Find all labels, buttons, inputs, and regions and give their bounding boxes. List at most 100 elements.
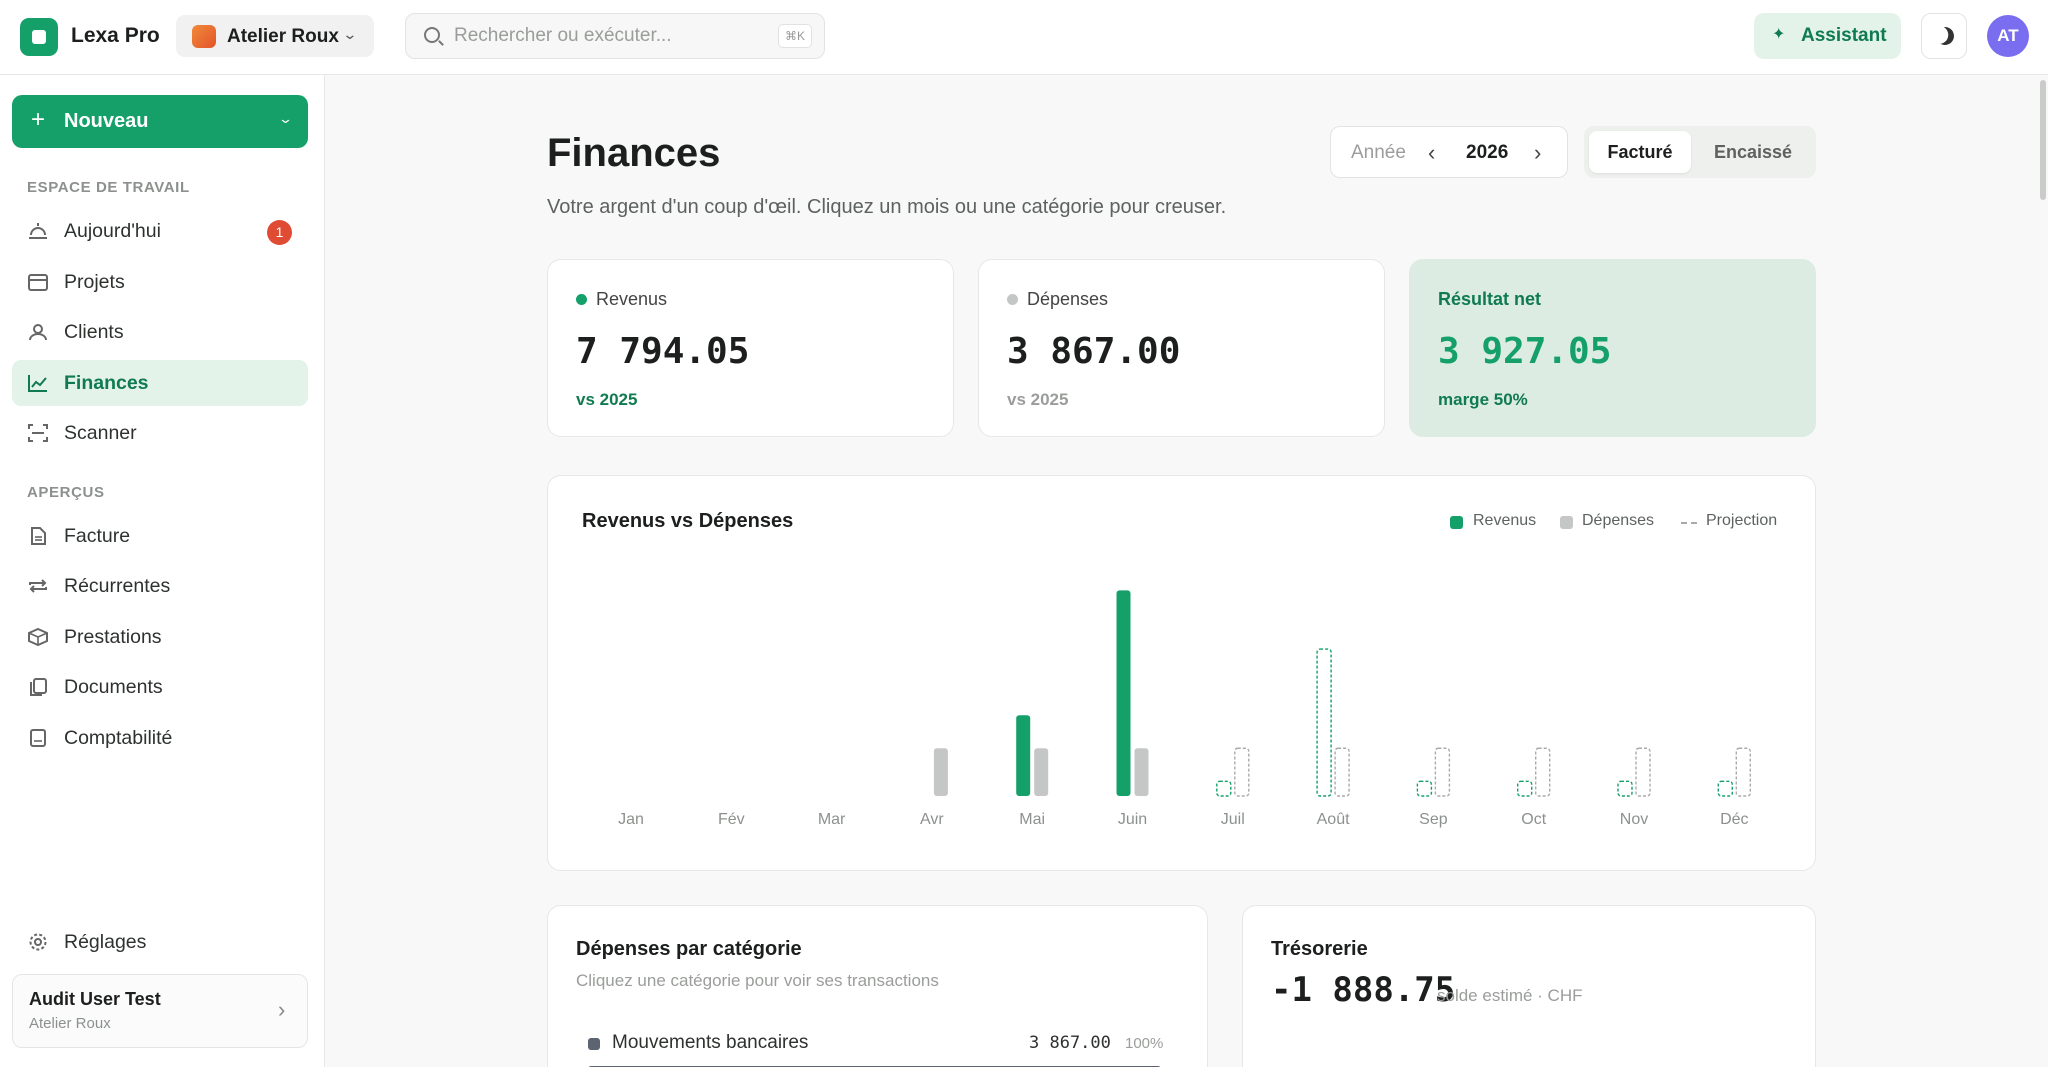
x-tick-label[interactable]: Juin — [1118, 811, 1147, 828]
new-button[interactable]: + Nouveau ⌄ — [12, 95, 308, 148]
chevron-left-icon[interactable]: ‹ — [1428, 140, 1435, 166]
sparkle-icon: ✦ — [1772, 26, 1786, 43]
year-selector: Année ‹ 2026 › — [1330, 126, 1568, 178]
sidebar-item-clients[interactable]: Clients — [12, 309, 308, 355]
kpi-value: 3 927.05 — [1438, 331, 1612, 372]
sidebar-item-today[interactable]: Aujourd'hui 1 — [12, 208, 308, 254]
revenue-expenses-chart-card: Revenus vs Dépenses Revenus Dépenses Pro… — [547, 475, 1816, 871]
bar-projection-expenses[interactable] — [1234, 747, 1250, 797]
bar-projection-revenue[interactable] — [1517, 780, 1533, 797]
page-scrollbar[interactable] — [2040, 80, 2046, 200]
user-card[interactable]: Audit User Test Atelier Roux › — [12, 974, 308, 1048]
theme-toggle-button[interactable] — [1921, 13, 1967, 59]
sidebar-item-projects[interactable]: Projets — [12, 259, 308, 305]
treasury-note: solde estimé · CHF — [1437, 986, 1583, 1005]
bar-projection-revenue[interactable] — [1717, 780, 1734, 797]
x-tick-label[interactable]: Oct — [1521, 811, 1546, 828]
avatar[interactable]: AT — [1987, 15, 2029, 57]
sidebar-item-settings[interactable]: Réglages — [12, 919, 308, 965]
x-tick-label[interactable]: Mai — [1019, 811, 1045, 828]
assistant-button[interactable]: ✦ Assistant — [1754, 13, 1901, 59]
sidebar-item-label: Comptabilité — [64, 727, 173, 749]
bar-projection-revenue[interactable] — [1617, 780, 1633, 797]
category-name: Mouvements bancaires — [612, 1032, 809, 1053]
toggle-invoiced[interactable]: Facturé — [1589, 131, 1691, 173]
sidebar-item-label: Documents — [64, 676, 163, 698]
chevron-right-icon[interactable]: › — [1534, 140, 1541, 166]
sidebar-item-invoice[interactable]: Facture — [12, 513, 308, 559]
bar-projection-revenue[interactable] — [1416, 780, 1433, 797]
user-icon — [29, 324, 47, 341]
calendar-icon — [28, 274, 48, 291]
expenses-dot-icon — [1007, 294, 1018, 305]
sidebar-item-scanner[interactable]: Scanner — [12, 410, 308, 456]
bar-projection-expenses[interactable] — [1635, 747, 1651, 797]
page-subtitle: Votre argent d'un coup d'œil. Cliquez un… — [547, 196, 1227, 218]
sidebar-item-recurring[interactable]: Récurrentes — [12, 563, 308, 609]
chevron-down-icon: ⌄ — [342, 26, 358, 42]
x-tick-label[interactable]: Fév — [718, 811, 745, 828]
section-label-overviews: APERÇUS — [27, 484, 105, 501]
kpi-value: 7 794.05 — [576, 331, 750, 372]
treasury-value: -1 888.75 — [1271, 970, 1456, 1010]
bar-projection-expenses[interactable] — [1334, 747, 1350, 797]
kpi-card-net-result[interactable]: Résultat net 3 927.05 marge 50% — [1409, 259, 1816, 437]
bar-expenses[interactable] — [1034, 748, 1049, 796]
x-tick-label[interactable]: Avr — [920, 811, 944, 828]
app-logo-icon[interactable] — [20, 18, 58, 56]
category-amount: 3 867.00 — [1029, 1033, 1111, 1053]
sidebar-item-label: Finances — [64, 372, 149, 394]
kpi-label: Dépenses — [1027, 289, 1109, 309]
sidebar-item-accounting[interactable]: Comptabilité — [12, 715, 308, 761]
kpi-card-revenue[interactable]: Revenus 7 794.05 vs 2025 — [547, 259, 954, 437]
x-tick-label[interactable]: Nov — [1620, 811, 1648, 828]
bar-projection-expenses[interactable] — [1735, 747, 1752, 797]
x-tick-label[interactable]: Déc — [1720, 811, 1748, 828]
bar-projection-expenses[interactable] — [1434, 747, 1451, 797]
bar-projection-revenue[interactable] — [1216, 780, 1232, 797]
x-tick-label[interactable]: Juil — [1221, 811, 1245, 828]
notification-badge: 1 — [267, 220, 292, 245]
assistant-label: Assistant — [1801, 25, 1887, 46]
new-button-label: Nouveau — [64, 110, 149, 132]
bar-chart: Jan Fév Mar Avr Mai Juin Juil Août Sep Oct Nov Déc — [618, 590, 1752, 828]
file-text-icon — [31, 527, 46, 545]
box-icon — [28, 628, 48, 646]
top-bar: Lexa Pro Atelier Roux ⌄ ⌘K ✦ Assistant A… — [0, 0, 2048, 75]
kpi-note: vs 2025 — [1007, 390, 1069, 409]
category-percent: 100% — [1125, 1035, 1164, 1052]
bar-expenses[interactable] — [1134, 748, 1149, 796]
sidebar-item-label: Projets — [64, 271, 125, 293]
chart-line-icon — [28, 375, 47, 392]
workspace-icon — [192, 25, 216, 48]
sidebar-item-finances[interactable]: Finances — [12, 360, 308, 406]
x-tick-label[interactable]: Mar — [818, 811, 846, 828]
category-row[interactable]: Mouvements bancaires 3 867.00 100% — [588, 1032, 1173, 1060]
x-tick-label[interactable]: Jan — [618, 811, 644, 828]
kpi-card-expenses[interactable]: Dépenses 3 867.00 vs 2025 — [978, 259, 1385, 437]
treasury-card: Trésorerie -1 888.75 solde estimé · CHF — [1242, 905, 1816, 1067]
bar-expenses[interactable] — [933, 748, 948, 796]
bar-projection-expenses[interactable] — [1535, 747, 1551, 797]
sidebar-item-documents[interactable]: Documents — [12, 664, 308, 710]
sidebar-item-services[interactable]: Prestations — [12, 614, 308, 660]
x-tick-label[interactable]: Sep — [1419, 811, 1448, 828]
bar-revenue[interactable] — [1116, 590, 1131, 796]
kpi-label: Résultat net — [1438, 289, 1542, 309]
search-bar[interactable]: ⌘K — [405, 13, 825, 59]
files-icon — [30, 678, 47, 696]
search-input[interactable] — [454, 22, 754, 50]
x-tick-label[interactable]: Août — [1317, 811, 1350, 828]
bar-revenue[interactable] — [1016, 715, 1031, 796]
bar-projection-revenue[interactable] — [1316, 648, 1332, 797]
kpi-note: vs 2025 — [576, 390, 638, 409]
kpi-value: 3 867.00 — [1007, 331, 1181, 372]
billing-mode-toggle: Facturé Encaissé — [1584, 126, 1816, 178]
card-title: Dépenses par catégorie — [576, 938, 802, 960]
scan-icon — [28, 424, 48, 442]
toggle-collected[interactable]: Encaissé — [1694, 131, 1812, 173]
ledger-icon — [30, 729, 46, 747]
workspace-switcher[interactable]: Atelier Roux ⌄ — [176, 15, 374, 57]
kpi-label: Revenus — [596, 289, 668, 309]
chevron-down-icon[interactable]: ⌄ — [278, 111, 293, 127]
